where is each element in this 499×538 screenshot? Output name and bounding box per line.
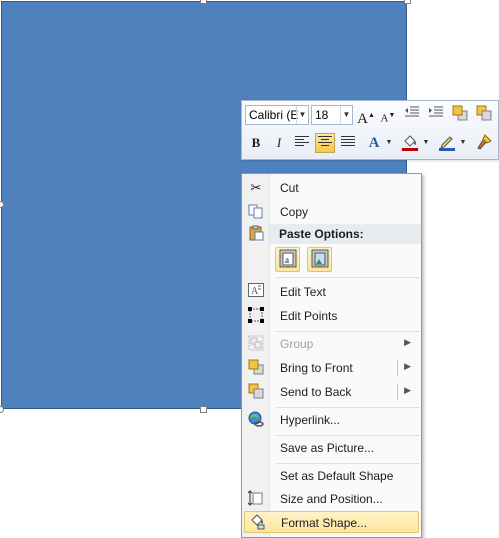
copy-icon bbox=[247, 203, 265, 221]
menu-item-group[interactable]: Group ▶ bbox=[244, 333, 419, 355]
justify-icon bbox=[341, 136, 355, 146]
menu-item-send-to-back[interactable]: Send to Back ▶ bbox=[244, 381, 419, 403]
menu-separator bbox=[276, 435, 419, 436]
increase-indent-icon bbox=[429, 106, 443, 117]
format-shape-icon bbox=[248, 514, 266, 532]
chevron-down-icon[interactable]: ▼ bbox=[459, 133, 467, 153]
resize-handle-top-middle[interactable] bbox=[200, 0, 207, 4]
menu-separator bbox=[276, 331, 419, 332]
menu-item-label: Set as Default Shape bbox=[280, 469, 394, 483]
menu-item-format-shape[interactable]: Format Shape... bbox=[244, 511, 419, 533]
menu-item-size-and-position[interactable]: Size and Position... bbox=[244, 488, 419, 510]
format-painter-icon bbox=[477, 134, 492, 150]
chevron-down-icon[interactable]: ▼ bbox=[296, 106, 308, 124]
font-name-value: Calibri (E bbox=[249, 108, 299, 122]
menu-separator bbox=[276, 407, 419, 408]
pencil-icon bbox=[439, 136, 455, 151]
submenu-arrow-icon: ▶ bbox=[404, 337, 411, 347]
bold-button[interactable]: B bbox=[246, 133, 266, 153]
bring-forward-icon bbox=[452, 105, 468, 121]
bring-to-front-icon bbox=[247, 359, 265, 377]
menu-separator bbox=[276, 463, 419, 464]
clipboard-icon bbox=[247, 225, 265, 243]
paste-options-header: Paste Options: bbox=[270, 224, 421, 244]
menu-item-edit-text[interactable]: A Edit Text bbox=[244, 281, 419, 303]
bring-forward-button[interactable] bbox=[450, 105, 470, 125]
svg-text:A: A bbox=[251, 286, 259, 297]
menu-item-bring-to-front[interactable]: Bring to Front ▶ bbox=[244, 357, 419, 379]
send-to-back-icon bbox=[247, 383, 265, 401]
decrease-indent-button[interactable] bbox=[402, 105, 422, 125]
menu-item-label: Format Shape... bbox=[281, 516, 368, 530]
mini-toolbar: Calibri (E ▼ 18 ▼ A▲ A▼ B I A ▼ ▼ ▼ bbox=[241, 100, 499, 160]
menu-item-label: Hyperlink... bbox=[280, 413, 341, 427]
paste-keep-text-only-button[interactable]: a bbox=[275, 247, 300, 272]
bold-icon: B bbox=[251, 135, 261, 150]
align-left-icon bbox=[295, 136, 309, 146]
menu-separator bbox=[276, 277, 419, 278]
text-effects-button[interactable]: A bbox=[364, 133, 384, 153]
menu-item-label: Save as Picture... bbox=[280, 441, 375, 455]
menu-item-label: Edit Text bbox=[280, 285, 326, 299]
italic-button[interactable]: I bbox=[269, 133, 289, 153]
svg-text:a: a bbox=[285, 255, 289, 265]
context-menu: ✂ Cut Copy Paste Options: a A Edit Text … bbox=[241, 173, 422, 538]
resize-handle-bottom-left[interactable] bbox=[0, 406, 4, 413]
shrink-font-button[interactable]: A▼ bbox=[378, 105, 398, 125]
font-size-combo[interactable]: 18 ▼ bbox=[311, 105, 353, 125]
chevron-down-icon[interactable]: ▼ bbox=[385, 133, 393, 153]
split-divider bbox=[397, 384, 398, 400]
shape-fill-button[interactable] bbox=[400, 133, 420, 153]
scissors-icon: ✂ bbox=[250, 180, 262, 195]
chevron-down-icon[interactable]: ▼ bbox=[422, 133, 430, 153]
menu-item-set-default-shape[interactable]: Set as Default Shape bbox=[244, 465, 419, 487]
menu-item-label: Edit Points bbox=[280, 309, 338, 323]
paint-bucket-icon bbox=[402, 135, 418, 151]
menu-item-copy[interactable]: Copy bbox=[244, 201, 419, 223]
align-center-icon bbox=[318, 136, 332, 146]
edit-points-icon bbox=[247, 307, 265, 325]
shape-outline-button[interactable] bbox=[437, 133, 457, 153]
chevron-down-icon[interactable]: ▼ bbox=[340, 106, 352, 124]
menu-item-hyperlink[interactable]: Hyperlink... bbox=[244, 409, 419, 431]
paste-picture-button[interactable] bbox=[307, 247, 332, 272]
menu-item-label: Copy bbox=[280, 205, 309, 219]
menu-item-edit-points[interactable]: Edit Points bbox=[244, 305, 419, 327]
align-center-button[interactable] bbox=[315, 133, 335, 153]
edit-text-icon: A bbox=[247, 283, 265, 301]
font-name-combo[interactable]: Calibri (E ▼ bbox=[245, 105, 309, 125]
resize-handle-top-right[interactable] bbox=[404, 0, 411, 4]
format-painter-button[interactable] bbox=[474, 133, 494, 153]
shrink-font-icon: A bbox=[380, 112, 389, 125]
italic-icon: I bbox=[276, 135, 282, 150]
menu-item-label: Group bbox=[280, 337, 314, 351]
menu-item-label: Bring to Front bbox=[280, 361, 353, 375]
paste-picture-icon bbox=[311, 249, 328, 268]
group-icon bbox=[247, 335, 265, 353]
send-backward-button[interactable] bbox=[474, 105, 494, 125]
send-backward-icon bbox=[476, 105, 492, 121]
menu-item-label: Size and Position... bbox=[280, 492, 383, 506]
resize-handle-bottom-middle[interactable] bbox=[200, 406, 207, 413]
font-size-value: 18 bbox=[315, 108, 329, 122]
menu-item-label: Send to Back bbox=[280, 385, 352, 399]
paste-text-icon: a bbox=[279, 249, 296, 268]
submenu-arrow-icon[interactable]: ▶ bbox=[404, 385, 411, 396]
align-left-button[interactable] bbox=[292, 133, 312, 153]
increase-indent-button[interactable] bbox=[426, 105, 446, 125]
menu-item-label: Cut bbox=[280, 181, 299, 195]
submenu-arrow-icon[interactable]: ▶ bbox=[404, 361, 411, 372]
size-position-icon bbox=[247, 490, 265, 508]
decrease-indent-icon bbox=[405, 106, 419, 117]
grow-font-icon: A bbox=[357, 111, 368, 127]
text-effects-icon: A bbox=[368, 135, 380, 151]
split-divider bbox=[397, 360, 398, 376]
menu-item-cut[interactable]: ✂ Cut bbox=[244, 177, 419, 199]
align-right-button[interactable] bbox=[338, 133, 358, 153]
menu-item-save-as-picture[interactable]: Save as Picture... bbox=[244, 437, 419, 459]
hyperlink-icon bbox=[247, 411, 265, 429]
grow-font-button[interactable]: A▲ bbox=[356, 105, 376, 127]
